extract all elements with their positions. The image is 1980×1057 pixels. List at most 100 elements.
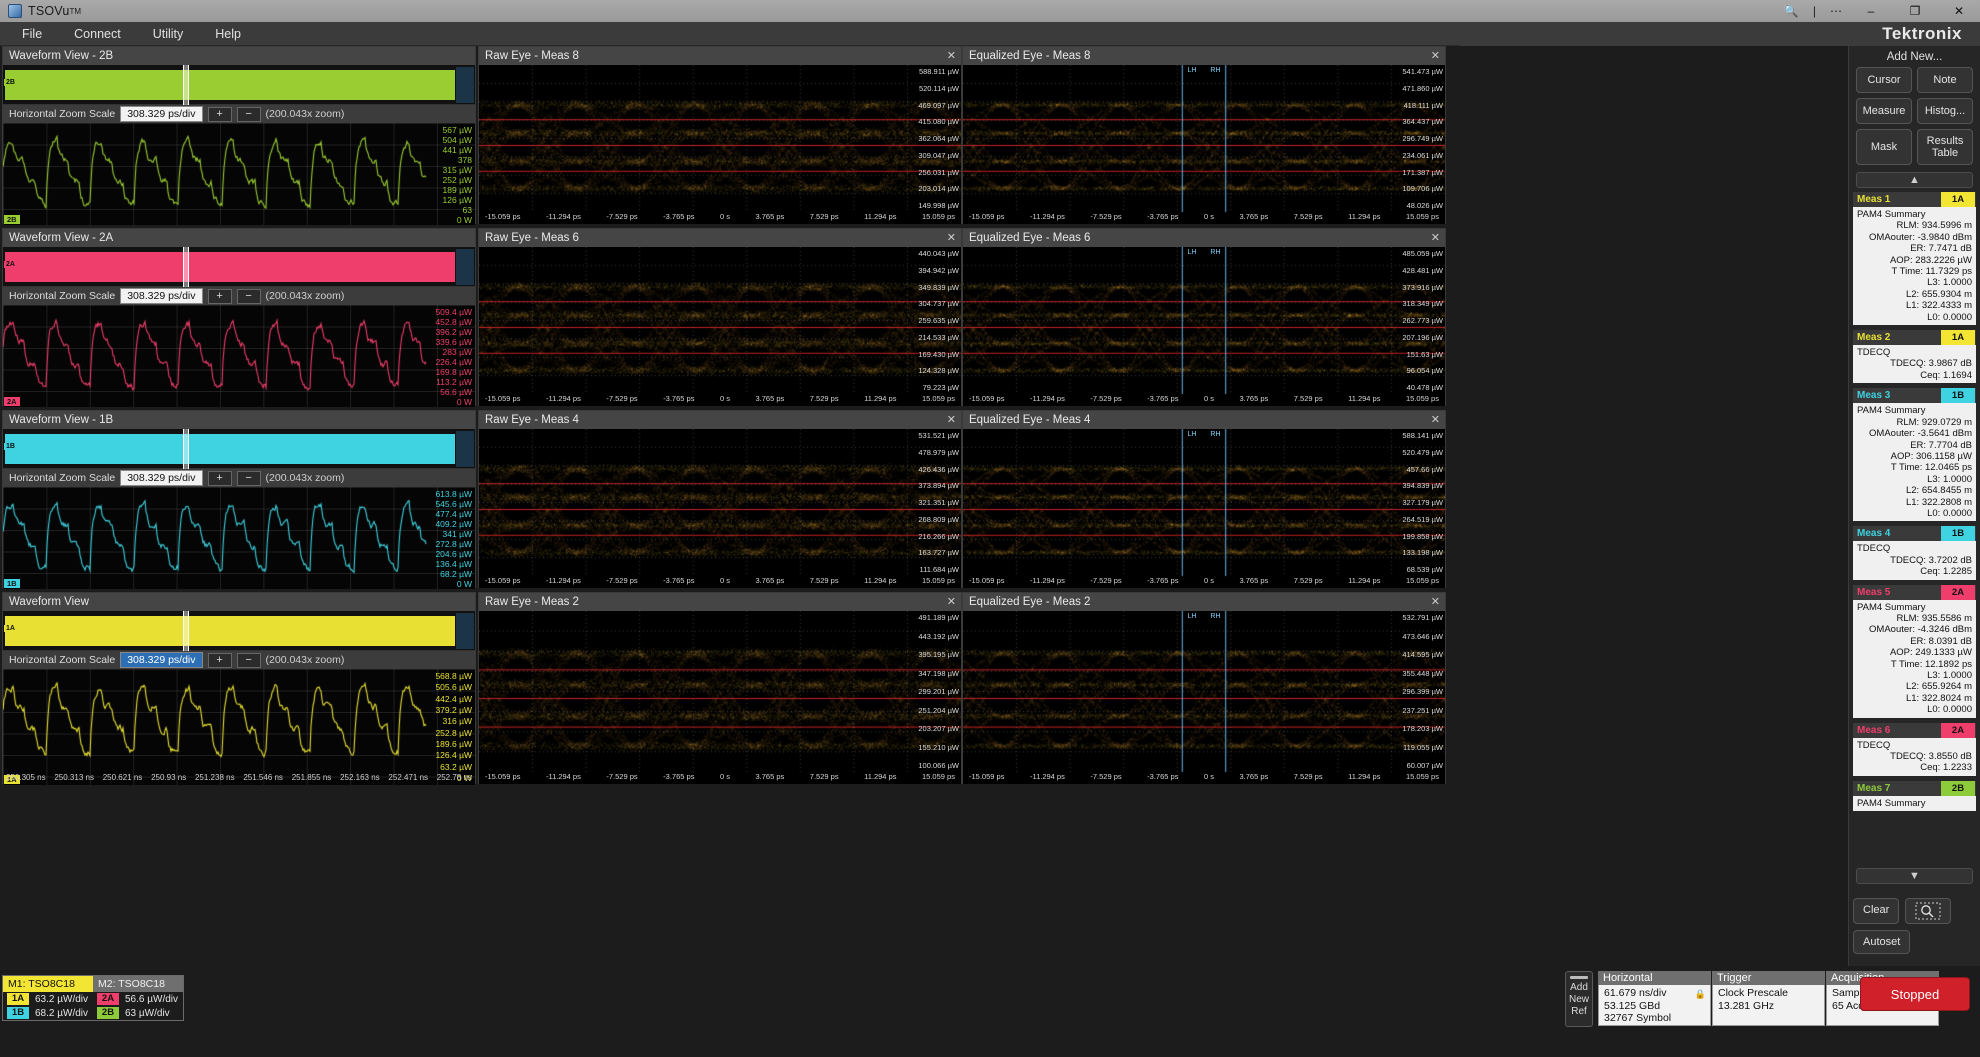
close-button[interactable]: ✕ bbox=[1944, 4, 1974, 18]
add-histogram-button[interactable]: Histog... bbox=[1917, 98, 1973, 124]
measurement-card[interactable]: Meas 11APAM4 SummaryRLM: 934.5996 mOMAou… bbox=[1853, 192, 1976, 325]
add-cursor-button[interactable]: Cursor bbox=[1856, 67, 1912, 93]
eye-panel-equalized[interactable]: Equalized Eye - Meas 4✕588.141 µW520.479… bbox=[962, 410, 1446, 588]
zoom-increase-button[interactable]: + bbox=[208, 471, 232, 486]
eye-diagram-canvas[interactable]: 541.473 µW471.860 µW418.111 µW364.437 µW… bbox=[963, 65, 1445, 224]
horizontal-readout[interactable]: Horizontal 61.679 ns/div 53.125 GBd 3276… bbox=[1598, 971, 1711, 1027]
channel-group[interactable]: M2: TSO8C182A56.6 µW/div2B63 µW/div bbox=[93, 976, 183, 1020]
measurement-card[interactable]: Meas 72BPAM4 Summary bbox=[1853, 781, 1976, 811]
zoom-window-handle[interactable] bbox=[183, 429, 189, 469]
overview-scroll-thumb[interactable] bbox=[456, 67, 474, 103]
zoom-increase-button[interactable]: + bbox=[208, 653, 232, 668]
measurement-card-header[interactable]: Meas 31B bbox=[1853, 388, 1976, 403]
minimize-button[interactable]: – bbox=[1856, 4, 1886, 18]
waveform-plot[interactable]: 568.8 µW505.6 µW442.4 µW379.2 µW316 µW25… bbox=[3, 669, 475, 785]
eye-panel-raw[interactable]: Raw Eye - Meas 2✕491.189 µW443.192 µW395… bbox=[478, 592, 962, 784]
eye-panel-raw[interactable]: Raw Eye - Meas 6✕440.043 µW394.942 µW349… bbox=[478, 228, 962, 406]
horizontal-zoom-scale-input[interactable]: 308.329 ps/div bbox=[120, 288, 202, 304]
zoom-window-handle[interactable] bbox=[183, 65, 189, 105]
eye-panel-equalized[interactable]: Equalized Eye - Meas 6✕485.059 µW428.481… bbox=[962, 228, 1446, 406]
eye-panel-equalized[interactable]: Equalized Eye - Meas 8✕541.473 µW471.860… bbox=[962, 46, 1446, 224]
add-mask-button[interactable]: Mask bbox=[1856, 129, 1912, 165]
maximize-button[interactable]: ❐ bbox=[1900, 4, 1930, 18]
close-icon[interactable]: ✕ bbox=[1431, 595, 1440, 608]
channel-row[interactable]: 2A56.6 µW/div bbox=[93, 992, 183, 1006]
eye-diagram-canvas[interactable]: 588.141 µW520.479 µW457.66 µW394.839 µW3… bbox=[963, 429, 1445, 588]
measurement-card-header[interactable]: Meas 11A bbox=[1853, 192, 1976, 207]
menu-item-help[interactable]: Help bbox=[199, 24, 257, 44]
waveform-overview[interactable]: 2B bbox=[3, 65, 475, 105]
measurement-card-header[interactable]: Meas 21A bbox=[1853, 330, 1976, 345]
waveform-view-1a[interactable]: Waveform View1AHorizontal Zoom Scale308.… bbox=[2, 592, 476, 784]
zoom-decrease-button[interactable]: − bbox=[237, 471, 261, 486]
zoom-increase-button[interactable]: + bbox=[208, 289, 232, 304]
measurement-badge-list[interactable]: Meas 11APAM4 SummaryRLM: 934.5996 mOMAou… bbox=[1853, 192, 1976, 846]
zoom-window-handle[interactable] bbox=[183, 247, 189, 287]
waveform-overview[interactable]: 1A bbox=[3, 611, 475, 651]
add-new-ref-button[interactable]: Add New Ref bbox=[1565, 971, 1593, 1027]
eye-diagram-canvas[interactable]: 485.059 µW428.481 µW373.916 µW318.349 µW… bbox=[963, 247, 1445, 406]
overview-scroll-thumb[interactable] bbox=[456, 431, 474, 467]
close-icon[interactable]: ✕ bbox=[947, 595, 956, 608]
add-measure-button[interactable]: Measure bbox=[1856, 98, 1912, 124]
channel-group[interactable]: M1: TSO8C181A63.2 µW/div1B68.2 µW/div bbox=[3, 976, 93, 1020]
zoom-window-handle[interactable] bbox=[183, 611, 189, 651]
waveform-overview[interactable]: 2A bbox=[3, 247, 475, 287]
zoom-decrease-button[interactable]: − bbox=[237, 653, 261, 668]
menu-item-utility[interactable]: Utility bbox=[137, 24, 200, 44]
waveform-view-1b[interactable]: Waveform View - 1B1BHorizontal Zoom Scal… bbox=[2, 410, 476, 588]
run-stop-button[interactable]: Stopped bbox=[1860, 977, 1970, 1011]
eye-panel-raw[interactable]: Raw Eye - Meas 8✕588.911 µW520.114 µW469… bbox=[478, 46, 962, 224]
menu-item-file[interactable]: File bbox=[6, 24, 58, 44]
waveform-plot[interactable]: 509.4 µW452.8 µW396.2 µW339.6 µW283 µW22… bbox=[3, 305, 475, 407]
eye-diagram-canvas[interactable]: 588.911 µW520.114 µW469.097 µW415.080 µW… bbox=[479, 65, 961, 224]
overview-scroll-thumb[interactable] bbox=[456, 613, 474, 649]
chevron-down-icon[interactable]: ▼ bbox=[1856, 868, 1973, 884]
measurement-card-header[interactable]: Meas 72B bbox=[1853, 781, 1976, 796]
eye-panel-equalized[interactable]: Equalized Eye - Meas 2✕532.791 µW473.646… bbox=[962, 592, 1446, 784]
measurement-card[interactable]: Meas 52APAM4 SummaryRLM: 935.5586 mOMAou… bbox=[1853, 585, 1976, 718]
eye-diagram-canvas[interactable]: 491.189 µW443.192 µW395.195 µW347.198 µW… bbox=[479, 611, 961, 784]
eye-diagram-canvas[interactable]: 440.043 µW394.942 µW349.839 µW304.737 µW… bbox=[479, 247, 961, 406]
measurement-card[interactable]: Meas 21ATDECQTDECQ: 3.9867 dBCeq: 1.1694 bbox=[1853, 330, 1976, 383]
zoom-decrease-button[interactable]: − bbox=[237, 107, 261, 122]
waveform-plot[interactable]: 613.8 µW545.6 µW477.4 µW409.2 µW341 µW27… bbox=[3, 487, 475, 589]
measurement-card[interactable]: Meas 31BPAM4 SummaryRLM: 929.0729 mOMAou… bbox=[1853, 388, 1976, 521]
close-icon[interactable]: ✕ bbox=[1431, 413, 1440, 426]
measurement-card-header[interactable]: Meas 52A bbox=[1853, 585, 1976, 600]
eye-panel-raw[interactable]: Raw Eye - Meas 4✕531.521 µW478.979 µW426… bbox=[478, 410, 962, 588]
measurement-card[interactable]: Meas 41BTDECQTDECQ: 3.7202 dBCeq: 1.2285 bbox=[1853, 526, 1976, 579]
chevron-up-icon[interactable]: ▲ bbox=[1856, 172, 1973, 188]
add-note-button[interactable]: Note bbox=[1917, 67, 1973, 93]
autoset-button[interactable]: Autoset bbox=[1853, 930, 1910, 954]
ellipsis-icon[interactable]: ⋯ bbox=[1830, 4, 1842, 18]
close-icon[interactable]: ✕ bbox=[1431, 49, 1440, 62]
close-icon[interactable]: ✕ bbox=[1431, 231, 1440, 244]
close-icon[interactable]: ✕ bbox=[947, 231, 956, 244]
horizontal-zoom-scale-input[interactable]: 308.329 ps/div bbox=[120, 106, 202, 122]
eye-diagram-canvas[interactable]: 531.521 µW478.979 µW426.436 µW373.894 µW… bbox=[479, 429, 961, 588]
clear-button[interactable]: Clear bbox=[1853, 898, 1899, 924]
zoom-increase-button[interactable]: + bbox=[208, 107, 232, 122]
search-icon[interactable]: 🔍 bbox=[1784, 4, 1799, 18]
channel-row[interactable]: 2B63 µW/div bbox=[93, 1006, 183, 1020]
add-results-table-button[interactable]: Results Table bbox=[1917, 129, 1973, 165]
close-icon[interactable]: ✕ bbox=[947, 49, 956, 62]
waveform-view-2a[interactable]: Waveform View - 2A2AHorizontal Zoom Scal… bbox=[2, 228, 476, 406]
horizontal-zoom-scale-input[interactable]: 308.329 ps/div bbox=[120, 470, 202, 486]
channel-row[interactable]: 1B68.2 µW/div bbox=[3, 1006, 93, 1020]
measurement-card-header[interactable]: Meas 62A bbox=[1853, 723, 1976, 738]
zoom-decrease-button[interactable]: − bbox=[237, 289, 261, 304]
measurement-card-header[interactable]: Meas 41B bbox=[1853, 526, 1976, 541]
zoom-area-icon[interactable] bbox=[1905, 898, 1951, 924]
measurement-card[interactable]: Meas 62ATDECQTDECQ: 3.8550 dBCeq: 1.2233 bbox=[1853, 723, 1976, 776]
waveform-overview[interactable]: 1B bbox=[3, 429, 475, 469]
trigger-readout[interactable]: Trigger Clock Prescale 13.281 GHz bbox=[1712, 971, 1825, 1027]
channel-row[interactable]: 1A63.2 µW/div bbox=[3, 992, 93, 1006]
horizontal-zoom-scale-input[interactable]: 308.329 ps/div bbox=[120, 652, 202, 668]
eye-diagram-canvas[interactable]: 532.791 µW473.646 µW414.595 µW355.448 µW… bbox=[963, 611, 1445, 784]
waveform-plot[interactable]: 567 µW504 µW441 µW378315 µW252 µW189 µW1… bbox=[3, 123, 475, 225]
overview-scroll-thumb[interactable] bbox=[456, 249, 474, 285]
menu-item-connect[interactable]: Connect bbox=[58, 24, 137, 44]
close-icon[interactable]: ✕ bbox=[947, 413, 956, 426]
